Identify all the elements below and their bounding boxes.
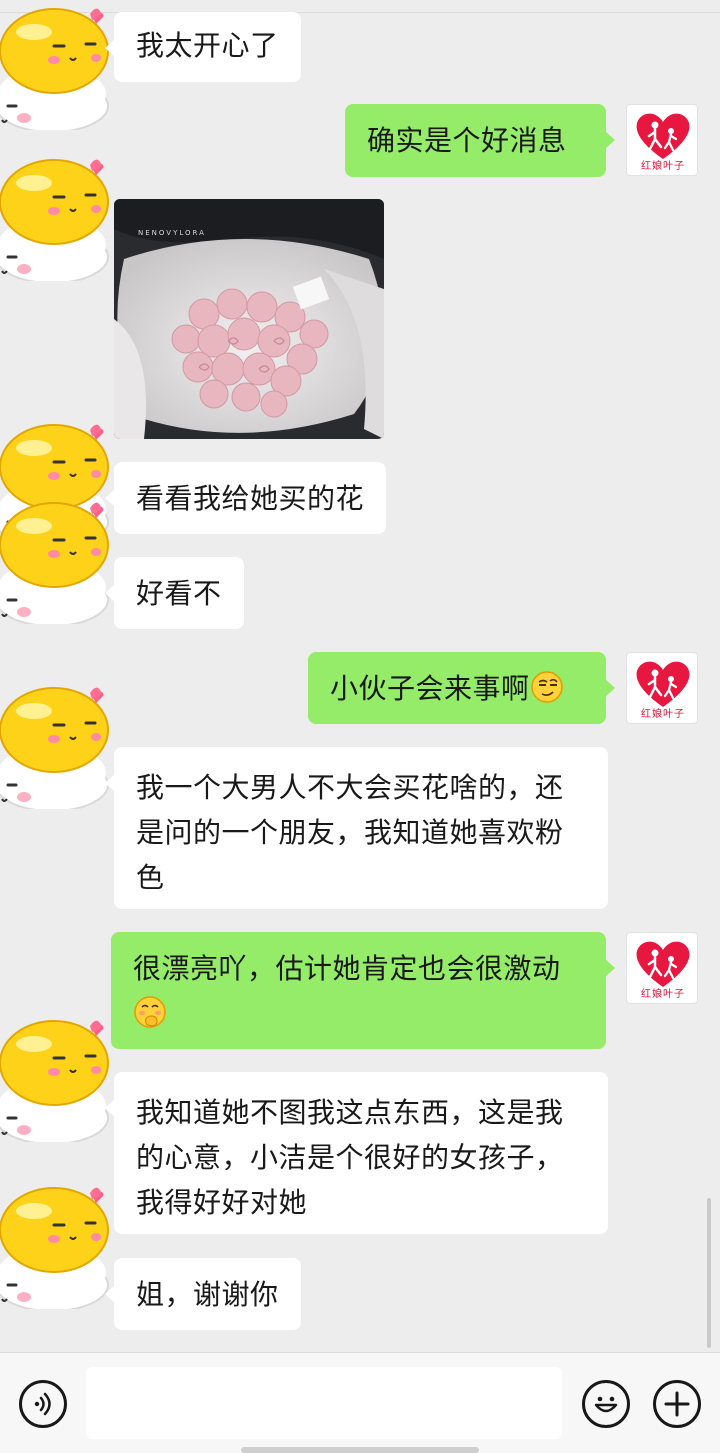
emoji-button[interactable] [582,1380,630,1428]
message-text: 我知道她不图我这点东西，这是我的心意，小洁是个很好的女孩子，我得好好对她 [136,1096,564,1219]
message-bubble-left[interactable]: 我太开心了 [105,12,301,82]
chick-avatar[interactable] [0,157,118,281]
avatar-caption: 红娘叶子 [641,989,685,1000]
hongniang-avatar[interactable]: 红娘叶子 [626,652,698,724]
chick-avatar[interactable] [0,1018,118,1142]
plus-icon [664,1391,690,1417]
chick-avatar[interactable] [0,6,118,130]
message-bubble-left[interactable]: 看看我给她买的花 [104,462,387,534]
plus-button[interactable] [653,1380,701,1428]
message-bubble-left[interactable]: 我一个大男人不大会买花啥的，还是问的一个朋友，我知道她喜欢粉色 [105,747,608,909]
bouquet-brand-text: NENOVYLORA [138,229,206,237]
hongniang-avatar[interactable]: 红娘叶子 [626,932,698,1004]
message-text: 看看我给她买的花 [136,482,365,515]
message-bubble-right[interactable]: 确实是个好消息 [345,104,615,177]
chick-avatar[interactable] [0,500,118,624]
message-bubble-right[interactable]: 小伙子会来事啊 [308,652,615,724]
hongniang-avatar[interactable]: 红娘叶子 [626,104,698,176]
flower-photo[interactable]: NENOVYLORA [114,199,384,439]
home-indicator[interactable] [241,1447,479,1453]
message-bubble-right[interactable]: 很漂亮吖，估计她肯定也会很激动 [111,932,615,1049]
message-text: 我一个大男人不大会买花啥的，还是问的一个朋友，我知道她喜欢粉色 [136,771,564,894]
blush-hand-emoji-icon [133,995,167,1029]
avatar-caption: 红娘叶子 [641,161,685,172]
smirk-emoji-icon [530,670,564,704]
chat-scrollbar[interactable] [707,1198,711,1348]
message-bubble-left[interactable]: 我知道她不图我这点东西，这是我的心意，小洁是个很好的女孩子，我得好好对她 [105,1072,608,1234]
chick-avatar[interactable] [0,1185,118,1309]
message-input[interactable] [86,1367,562,1439]
message-bubble-left[interactable]: 好看不 [105,557,244,629]
message-text: 姐，谢谢你 [136,1278,279,1311]
message-text: 确实是个好消息 [367,124,567,157]
voice-button[interactable] [19,1380,67,1428]
emoji-icon [594,1396,618,1413]
chick-avatar[interactable] [0,685,118,809]
message-text: 我太开心了 [136,29,279,62]
avatar-caption: 红娘叶子 [641,709,685,720]
message-text: 小伙子会来事啊 [330,672,530,705]
voice-icon [34,1392,51,1416]
message-text: 好看不 [136,577,222,610]
message-text: 很漂亮吖，估计她肯定也会很激动 [133,952,561,985]
chat-input-bar [0,1352,720,1453]
message-bubble-left[interactable]: 姐，谢谢你 [105,1258,301,1330]
